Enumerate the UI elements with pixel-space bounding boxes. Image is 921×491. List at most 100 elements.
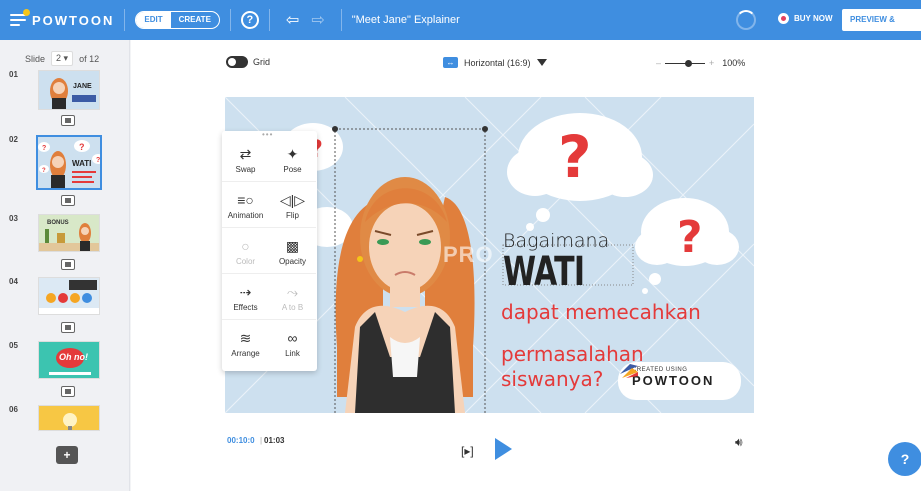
flip-icon: ◁|▷: [279, 192, 306, 208]
slide-number-select[interactable]: 2 ▾: [51, 51, 74, 66]
slide-title-text[interactable]: WATI: [503, 249, 585, 295]
brand-name: POWTOON: [32, 12, 115, 28]
slide-thumbnail[interactable]: JANE: [38, 70, 100, 110]
scene-preview-icon[interactable]: [▸]: [461, 444, 474, 458]
grid-label: Grid: [253, 57, 271, 67]
link-icon: ∞: [287, 330, 298, 346]
redo-icon[interactable]: ⇨: [311, 10, 324, 30]
logo[interactable]: POWTOON: [10, 9, 115, 28]
zoom-slider-handle[interactable]: [685, 59, 693, 67]
transition-icon[interactable]: [61, 259, 75, 270]
grid-switch[interactable]: [226, 56, 248, 68]
pro-watermark: PRO: [443, 242, 494, 267]
mode-toggle[interactable]: EDIT CREATE: [135, 11, 220, 29]
svg-text:?: ?: [558, 123, 592, 191]
slide-thumbnail[interactable]: BONUS: [38, 214, 100, 252]
tool-label: Arrange: [231, 349, 260, 358]
total-time: 01:03: [264, 436, 285, 445]
svg-text:?: ?: [42, 145, 46, 152]
powtoon-logo-icon: [620, 364, 638, 378]
tool-label: Opacity: [278, 257, 307, 266]
slide-number: 01: [9, 70, 18, 79]
thumb-title: BONUS: [47, 220, 69, 226]
transition-icon[interactable]: [61, 115, 75, 126]
tool-label: Pose: [283, 165, 302, 174]
slide-navigator: Slide 2 ▾ of 12: [25, 51, 99, 66]
menu-icon[interactable]: [10, 9, 30, 26]
volume-icon[interactable]: 🔊︎: [735, 435, 743, 450]
divider: [340, 9, 342, 31]
divider: [124, 9, 126, 31]
slide-number: 04: [9, 277, 18, 286]
thumb-title: Oh no!: [59, 352, 88, 362]
tool-label: Flip: [286, 211, 299, 220]
zoom-in-button[interactable]: +: [709, 58, 714, 68]
effects-button[interactable]: ⇢ Effects: [222, 274, 269, 320]
opacity-button[interactable]: ▩ Opacity: [269, 228, 316, 274]
swap-button[interactable]: ⇄ Swap: [222, 136, 269, 182]
undo-icon[interactable]: ⇦: [286, 10, 299, 30]
aspect-label: Horizontal (16:9): [464, 57, 531, 68]
slide-number: 06: [9, 405, 18, 414]
tool-label: Animation: [227, 211, 264, 220]
loading-spinner-icon: [736, 10, 756, 30]
slide-thumbnail[interactable]: ? ? ? ? WATI: [36, 135, 102, 190]
horizontal-ratio-icon: ↔: [443, 57, 458, 68]
pose-icon: ✦: [286, 146, 299, 162]
slide-count: of 12: [79, 53, 100, 64]
tool-label: Color: [235, 257, 256, 266]
tool-label: A to B: [281, 303, 304, 312]
current-time: 00:10:0: [227, 436, 255, 445]
slide-text-line[interactable]: siswanya?: [501, 367, 603, 391]
slide-thumbnail[interactable]: [38, 277, 100, 315]
arrange-icon: ≋: [239, 330, 252, 346]
slide-text-line[interactable]: dapat memecahkan: [501, 300, 701, 324]
transition-icon[interactable]: [61, 322, 75, 333]
help-chat-button[interactable]: ?: [888, 442, 921, 476]
tool-label: Swap: [235, 165, 256, 174]
zoom-value: 100%: [722, 58, 746, 68]
add-slide-button[interactable]: +: [56, 446, 78, 464]
aspect-ratio-select[interactable]: ↔ Horizontal (16:9): [443, 57, 547, 68]
slides-sidebar: Slide 2 ▾ of 12 01 JANE 02 ? ? ? ? WATI …: [0, 40, 130, 491]
effects-icon: ⇢: [239, 284, 252, 300]
slide-number: 03: [9, 214, 18, 223]
tool-label: Effects: [233, 303, 258, 312]
color-icon: ○: [241, 238, 250, 254]
edit-mode-button[interactable]: EDIT: [136, 12, 171, 28]
slide-thumbnail[interactable]: Oh no!: [38, 341, 100, 379]
opacity-icon: ▩: [285, 238, 300, 254]
a-to-b-button[interactable]: ⤳ A to B: [269, 274, 316, 320]
a-to-b-icon: ⤳: [286, 284, 299, 300]
play-icon[interactable]: [495, 438, 512, 460]
buy-now-button[interactable]: BUY NOW: [778, 13, 833, 24]
zoom-slider[interactable]: [665, 59, 706, 67]
document-title[interactable]: "Meet Jane" Explainer: [352, 14, 460, 26]
flip-button[interactable]: ◁|▷ Flip: [269, 182, 316, 228]
create-mode-button[interactable]: CREATE: [171, 12, 219, 28]
thumb-title: WATI: [72, 159, 92, 168]
link-button[interactable]: ∞ Link: [269, 320, 316, 366]
chevron-down-icon: [536, 59, 547, 66]
transition-icon[interactable]: [61, 386, 75, 397]
slide-thumbnail[interactable]: [38, 405, 100, 431]
transition-icon[interactable]: [61, 195, 75, 206]
svg-text:?: ?: [42, 168, 46, 174]
svg-text:?: ?: [96, 157, 100, 164]
color-button[interactable]: ○ Color: [222, 228, 269, 274]
top-bar: POWTOON EDIT CREATE ? ⇦ ⇨ "Meet Jane" Ex…: [0, 0, 921, 46]
grid-toggle[interactable]: Grid: [226, 56, 270, 68]
swap-icon: ⇄: [239, 146, 252, 162]
svg-text:?: ?: [677, 212, 703, 263]
slide-number: 02: [9, 135, 18, 144]
arrange-button[interactable]: ≋ Arrange: [222, 320, 269, 366]
time-divider: |: [260, 436, 263, 445]
zoom-out-button[interactable]: –: [656, 58, 661, 68]
help-icon[interactable]: ?: [240, 11, 259, 29]
animation-button[interactable]: ≡○ Animation: [222, 182, 269, 228]
svg-text:?: ?: [79, 142, 85, 152]
zoom-control: – + 100%: [656, 58, 745, 68]
pose-button[interactable]: ✦ Pose: [269, 136, 316, 182]
character-options-panel: ••• ⇄ Swap ✦ Pose ≡○ Animation ◁|▷ Flip …: [222, 130, 317, 371]
preview-export-button[interactable]: PREVIEW & EXPORT: [842, 9, 921, 46]
